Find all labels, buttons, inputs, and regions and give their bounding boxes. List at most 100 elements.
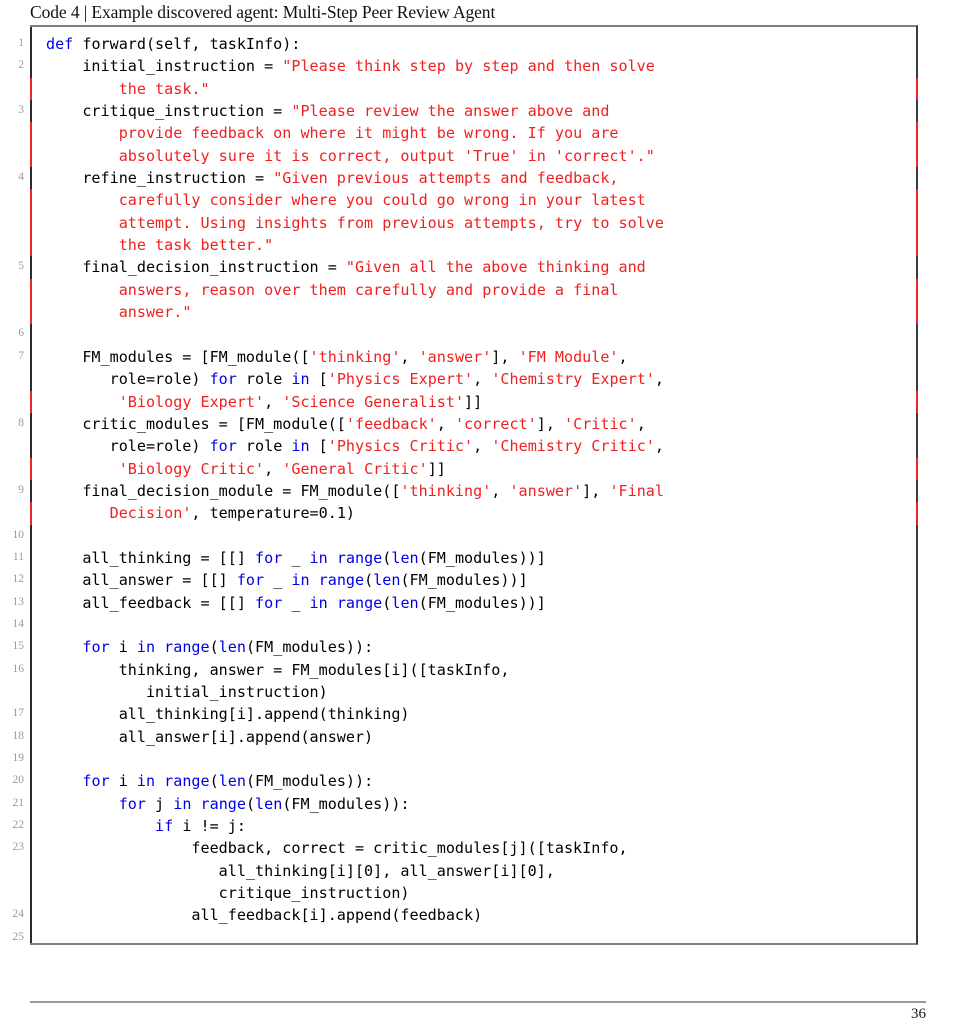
code-token: len	[218, 638, 246, 657]
code-token: len	[218, 772, 246, 791]
line-number: 3	[18, 104, 24, 117]
line-number: 5	[18, 260, 24, 273]
code-line: initial_instruction)	[30, 681, 916, 703]
code-token: ],	[536, 414, 565, 433]
code-line-text: answers, reason over them carefully and …	[46, 279, 619, 301]
line-number: 21	[12, 796, 25, 809]
string-continuation-rule	[916, 234, 918, 257]
code-token: the task."	[118, 79, 210, 98]
line-number: 12	[12, 573, 25, 586]
code-token: (FM_modules))]	[418, 548, 546, 567]
code-token: ]]	[464, 392, 483, 411]
string-continuation-rule	[916, 122, 918, 145]
code-line: 24 all_feedback[i].append(feedback)	[13, 904, 916, 926]
code-line: 11 all_thinking = [[] for _ in range(len…	[13, 547, 916, 569]
code-token: for	[255, 593, 283, 612]
code-token: all_feedback = [[]	[46, 593, 256, 612]
code-token: i	[109, 638, 137, 657]
code-line: carefully consider where you could go wr…	[30, 189, 916, 211]
line-number: 2	[18, 59, 24, 72]
code-token: 'Chemistry Expert'	[491, 370, 655, 389]
line-number: 20	[12, 774, 25, 787]
line-number: 17	[12, 707, 25, 720]
string-continuation-rule	[30, 234, 32, 257]
code-token: for	[255, 548, 283, 567]
code-token: thinking, answer = FM_modules[i]([taskIn…	[46, 660, 510, 679]
string-continuation-rule	[916, 189, 918, 212]
code-line: 19	[13, 748, 916, 770]
code-token: Decision'	[109, 504, 192, 523]
code-token: in	[291, 437, 310, 456]
code-token: 'General Critic'	[282, 459, 428, 478]
code-token: range	[336, 548, 383, 567]
code-token: 'Physics Expert'	[327, 370, 474, 389]
line-number: 11	[12, 550, 24, 563]
code-line-text: all_thinking = [[] for _ in range(len(FM…	[46, 547, 546, 569]
code-line-text: role=role) for role in ['Physics Expert'…	[46, 368, 664, 390]
code-line: 1 def forward(self, taskInfo):	[18, 33, 916, 55]
code-token: "Given all the above thinking and	[345, 258, 646, 277]
string-continuation-rule	[916, 301, 918, 324]
code-token: initial_instruction)	[46, 682, 328, 701]
code-line-text: critique_instruction = "Please review th…	[46, 100, 609, 122]
code-line: 7 FM_modules = [FM_module(['thinking', '…	[18, 346, 916, 368]
string-continuation-rule	[916, 77, 918, 101]
line-number: 18	[12, 729, 25, 742]
code-token: for	[236, 571, 265, 590]
code-token: 'correct'	[454, 414, 537, 433]
code-line-text: initial_instruction = "Please think step…	[46, 55, 655, 77]
code-token: 'answer'	[418, 347, 492, 366]
string-continuation-rule	[916, 457, 918, 480]
code-token: i	[109, 772, 137, 791]
code-token: "Given previous attempts and feedback,	[273, 169, 619, 188]
string-continuation-rule	[30, 144, 32, 168]
code-line-text: attempt. Using insights from previous at…	[46, 212, 664, 234]
code-listing-caption: Code 4 | Example discovered agent: Multi…	[30, 2, 496, 22]
string-continuation-rule	[916, 211, 918, 235]
code-token: in	[136, 638, 156, 657]
code-line-text: answer."	[46, 301, 192, 323]
code-line: 9 final_decision_module = FM_module(['th…	[18, 480, 916, 502]
code-token: ],	[582, 481, 610, 500]
code-token: all_thinking[i].append(thinking)	[46, 705, 410, 724]
code-token: ,	[264, 459, 283, 478]
code-token: final_decision_module = FM_module([	[46, 481, 401, 500]
code-token: 'Biology Expert'	[118, 392, 265, 411]
string-continuation-rule	[30, 301, 32, 324]
code-line-text: carefully consider where you could go wr…	[46, 189, 646, 211]
code-token: 'feedback'	[345, 414, 437, 433]
code-token: range	[336, 593, 383, 612]
code-token: 'thinking'	[309, 347, 401, 366]
line-number: 23	[12, 841, 25, 854]
code-token: in	[309, 548, 328, 567]
code-token: (	[382, 593, 392, 612]
code-token: initial_instruction =	[46, 57, 283, 76]
code-line-text: refine_instruction = "Given previous att…	[46, 167, 619, 189]
code-line-text: all_answer[i].append(answer)	[46, 726, 373, 748]
code-line: 8 critic_modules = [FM_module(['feedback…	[18, 413, 916, 435]
code-line-text: thinking, answer = FM_modules[i]([taskIn…	[46, 659, 510, 681]
code-token: (	[382, 548, 392, 567]
code-token: forward(self, taskInfo):	[73, 35, 301, 53]
code-line: 10	[13, 525, 916, 547]
code-token: all_thinking[i][0], all_answer[i][0],	[46, 861, 555, 880]
code-token: role=role)	[46, 437, 210, 456]
code-line: 'Biology Critic', 'General Critic']]	[30, 458, 916, 480]
code-token: in	[309, 593, 328, 612]
code-line: 14	[13, 614, 916, 636]
code-token: range	[164, 638, 210, 657]
code-token: for	[118, 794, 146, 813]
code-line-text: def forward(self, taskInfo):	[46, 33, 300, 55]
code-token: answers, reason over them carefully and …	[118, 280, 619, 299]
line-number: 8	[18, 416, 24, 429]
code-line: role=role) for role in ['Physics Expert'…	[30, 368, 916, 390]
code-token: 'answer'	[509, 481, 583, 500]
code-token: final_decision_instruction =	[46, 258, 346, 277]
code-token: 'Physics Critic'	[327, 437, 474, 456]
